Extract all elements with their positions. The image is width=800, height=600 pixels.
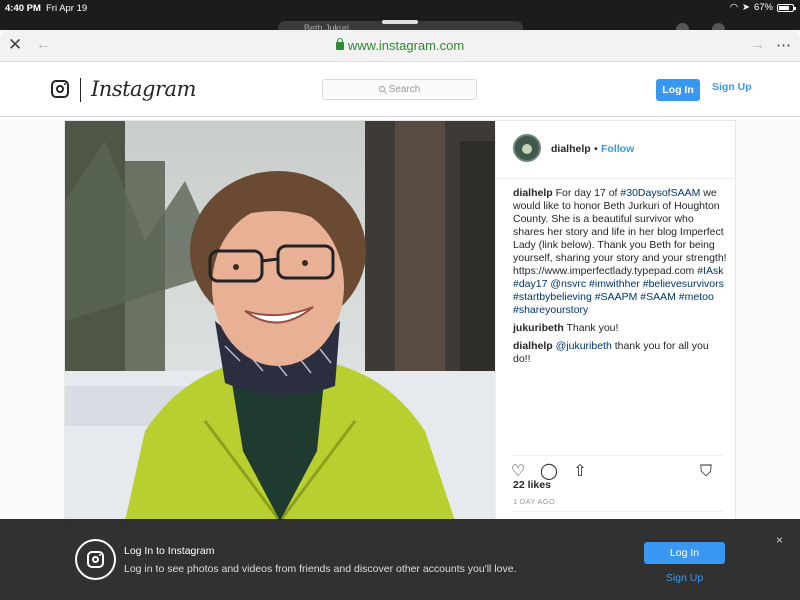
post-photo[interactable] (65, 121, 495, 521)
post-card: dialhelp • Follow dialhelp For day 17 of… (64, 120, 738, 531)
url-text: www.instagram.com (347, 38, 465, 53)
location-icon: ➤ (742, 2, 750, 13)
banner-login-button[interactable]: Log In (644, 542, 725, 564)
caption-username[interactable]: dialhelp (513, 187, 553, 199)
comment-item: jukuribeth Thank you! (513, 322, 728, 335)
instagram-glyph (87, 551, 104, 568)
login-banner: Log In to Instagram Log in to see photos… (0, 519, 800, 600)
battery-percent: 67% (753, 2, 773, 13)
hashtag-link[interactable]: #SAAPM (595, 291, 638, 303)
hashtag-link[interactable]: #startbybelieving (513, 291, 592, 303)
instagram-header: Instagram Search Log In Sign Up (0, 62, 800, 117)
caption-segment: For day 17 of (555, 187, 621, 199)
post-actions: ♡ ◯ ⇧ ⛉ (511, 455, 723, 480)
hashtag-link[interactable]: #SAAM (640, 291, 676, 303)
like-count[interactable]: 22 likes (513, 479, 551, 491)
search-placeholder: Search (388, 84, 421, 95)
login-button[interactable]: Log In (656, 79, 700, 101)
post-username[interactable]: dialhelp (551, 143, 591, 155)
logo-divider (80, 78, 81, 102)
forward-arrow-icon[interactable]: → (750, 36, 765, 53)
avatar[interactable] (513, 134, 541, 162)
wifi-icon: ◠ (729, 2, 739, 13)
instagram-camera-icon[interactable] (51, 80, 69, 98)
caption-text: For day 17 of #30DaysofSAAM we would lik… (513, 187, 727, 316)
banner-title: Log In to Instagram (124, 545, 215, 557)
hashtag-link[interactable]: #30DaysofSAAM (620, 187, 700, 199)
photo-illustration (65, 121, 495, 521)
post-header: dialhelp • Follow (496, 121, 738, 179)
hashtag-link[interactable]: #day17 (513, 278, 547, 290)
status-indicators: ◠ ➤ 67% (729, 2, 796, 13)
browser-toolbar: ✕ ← www.instagram.com → ⋯ (0, 30, 800, 62)
instagram-logo-icon (75, 539, 116, 580)
status-time: 4:40 PM (5, 3, 41, 14)
hashtag-link[interactable]: #imwithher (589, 278, 640, 290)
hashtag-link[interactable]: #IAsk (697, 265, 723, 277)
comment-username[interactable]: dialhelp (513, 340, 553, 352)
post-timestamp: 1 DAY AGO (513, 497, 556, 506)
share-icon[interactable]: ⇧ (570, 462, 590, 482)
status-date: Fri Apr 19 (46, 3, 88, 14)
banner-description: Log in to see photos and videos from fri… (124, 563, 517, 575)
battery-icon (777, 3, 796, 12)
sheet-grab-handle[interactable] (382, 20, 418, 24)
divider (513, 511, 723, 512)
hashtag-link[interactable]: #believesurvivors (643, 278, 724, 290)
banner-signup-link[interactable]: Sign Up (644, 572, 725, 584)
bookmark-icon[interactable]: ⛉ (696, 462, 716, 482)
comment-item: dialhelp @jukuribeth thank you for all y… (513, 340, 728, 366)
follow-button[interactable]: Follow (601, 143, 634, 155)
separator-dot: • (594, 143, 598, 155)
more-options-icon[interactable]: ⋯ (776, 36, 791, 54)
post-sidebar: dialhelp • Follow dialhelp For day 17 of… (495, 121, 738, 531)
hashtag-link[interactable]: #metoo (679, 291, 714, 303)
search-icon (378, 86, 385, 92)
lock-icon (335, 38, 344, 50)
post-caption: dialhelp For day 17 of #30DaysofSAAM we … (513, 187, 728, 366)
comment-mention[interactable]: @jukuribeth (556, 340, 612, 352)
caption-body: dialhelp For day 17 of #30DaysofSAAM we … (513, 187, 728, 317)
status-bar: 4:40 PM Fri Apr 19 ◠ ➤ 67% Beth Jukuri (0, 0, 800, 36)
caption-segment: we would like to honor Beth Jurkuri of H… (513, 187, 727, 277)
search-input[interactable]: Search (322, 79, 477, 100)
hashtag-link[interactable]: #shareyourstory (513, 304, 588, 316)
comment-username[interactable]: jukuribeth (513, 322, 564, 334)
instagram-wordmark[interactable]: Instagram (91, 77, 196, 101)
address-bar[interactable]: www.instagram.com (0, 38, 800, 53)
hashtag-link[interactable]: @nsvrc (550, 278, 586, 290)
close-icon[interactable]: × (776, 533, 783, 547)
signup-link[interactable]: Sign Up (712, 81, 752, 93)
comment-text: Thank you! (563, 322, 619, 334)
